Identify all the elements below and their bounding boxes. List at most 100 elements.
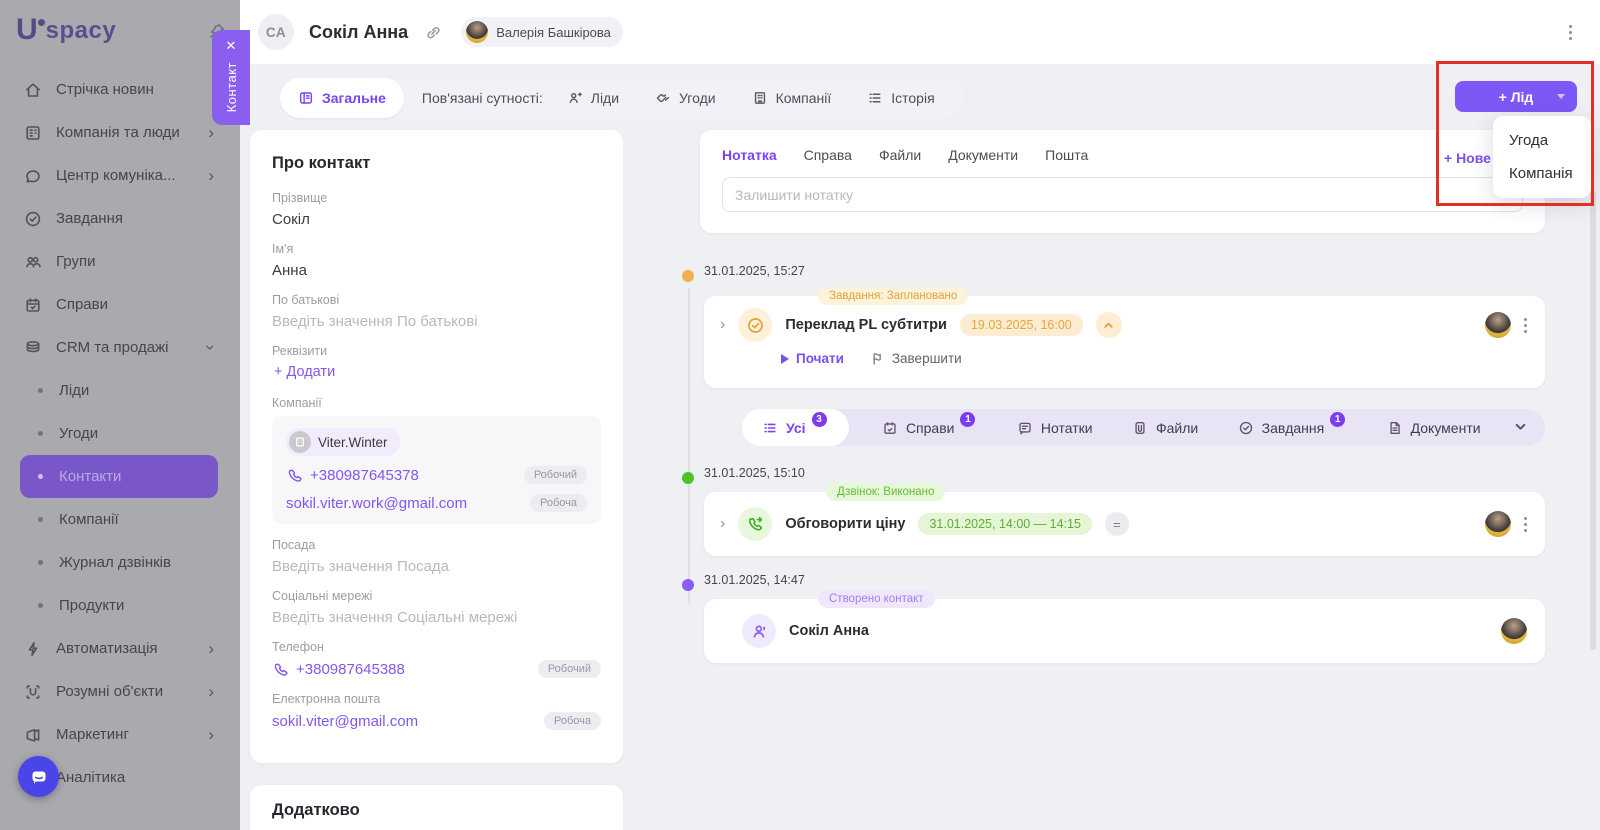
contact-slideover-tab[interactable]: ✕ Контакт — [212, 30, 250, 125]
note-input[interactable] — [722, 177, 1523, 212]
composer-tab-activity[interactable]: Справа — [804, 147, 852, 163]
tab-history[interactable]: Історія — [849, 78, 952, 118]
start-task-button[interactable]: Почати — [781, 351, 844, 366]
sidebar-item-label: Угоди — [59, 425, 99, 442]
sidebar-item-groups[interactable]: Групи — [0, 240, 240, 283]
sidebar-item-communication[interactable]: Центр комуніка... › — [0, 154, 240, 197]
composer-card: Нотатка Справа Файли Документи Пошта — [700, 130, 1545, 233]
equals-icon[interactable]: = — [1104, 512, 1129, 536]
sidebar-item-call-log[interactable]: Журнал дзвінків — [0, 541, 240, 584]
call-more-button[interactable] — [1524, 516, 1527, 532]
sidebar-item-automation[interactable]: Автоматизація › — [0, 627, 240, 670]
sidebar-item-marketing[interactable]: Маркетинг › — [0, 713, 240, 756]
call-title[interactable]: Обговорити ціну — [785, 516, 905, 532]
start-label: Почати — [796, 351, 844, 366]
collapse-button[interactable] — [1095, 312, 1122, 338]
filter-label: Справи — [905, 419, 955, 436]
filter-tab-files[interactable]: Файли — [1126, 409, 1204, 446]
phone-type-badge: Робочий — [523, 466, 587, 484]
contact-email-link[interactable]: sokil.viter@gmail.com — [272, 713, 418, 730]
owner-chip[interactable]: Валерія Башкірова — [461, 17, 623, 47]
sidebar-item-tasks[interactable]: Завдання — [0, 197, 240, 240]
filter-label: Усі — [786, 419, 806, 436]
company-box: Viter.Winter +380987645378 Робочий sokil… — [272, 416, 601, 524]
add-lead-button[interactable]: + Лід — [1455, 81, 1577, 112]
sidebar-item-contacts[interactable]: Контакти — [20, 455, 218, 498]
org-icon — [24, 124, 42, 142]
status-badge: Завдання: Заплановано — [818, 287, 969, 305]
field-middle-name[interactable]: По батькові Введіть значення По батькові — [272, 293, 601, 330]
close-icon[interactable]: ✕ — [226, 38, 237, 54]
add-requisite-button[interactable]: + Додати — [274, 364, 601, 380]
task-title[interactable]: Переклад PL субтитри — [785, 317, 947, 333]
sidebar-item-crm[interactable]: CRM та продажі › — [0, 326, 240, 369]
task-more-button[interactable] — [1524, 317, 1527, 333]
filter-tab-activities[interactable]: Справи 1 — [876, 409, 984, 446]
bullet-icon — [38, 560, 43, 565]
sidebar-item-label: Завдання — [56, 210, 123, 227]
filter-tab-documents[interactable]: Документи — [1381, 409, 1487, 446]
field-social[interactable]: Соціальні мережі Введіть значення Соціал… — [272, 589, 601, 626]
sidebar-item-leads[interactable]: Ліди — [0, 369, 240, 412]
timeline-call-card: Дзвінок: Виконано › Обговорити ціну 31.0… — [704, 483, 1545, 556]
slideover-tab-label: Контакт — [223, 62, 239, 113]
chevron-down-icon[interactable] — [1514, 420, 1527, 436]
app-screen: U spacy Стрічка новин Компанія та люди ›… — [0, 0, 1600, 830]
tab-companies[interactable]: Компанії — [734, 78, 850, 118]
contact-phone-link[interactable]: +380987645388 — [296, 661, 405, 678]
sidebar-item-smart-objects[interactable]: Розумні об'єкти › — [0, 670, 240, 713]
composer-tab-documents[interactable]: Документи — [948, 147, 1018, 163]
company-email-link[interactable]: sokil.viter.work@gmail.com — [286, 495, 467, 512]
field-label: Телефон — [272, 640, 324, 654]
sidebar-item-activities[interactable]: Справи — [0, 283, 240, 326]
created-contact-name[interactable]: Сокіл Анна — [789, 623, 869, 639]
company-phone-link[interactable]: +380987645378 — [310, 467, 419, 484]
filter-tab-notes[interactable]: Нотатки — [1011, 409, 1099, 446]
dropdown-item-deal[interactable]: Угода — [1493, 124, 1591, 157]
support-chat-button[interactable] — [18, 756, 59, 797]
outgoing-call-icon — [738, 507, 773, 541]
sidebar-item-label: Журнал дзвінків — [59, 554, 171, 571]
copy-link-icon[interactable] — [424, 23, 443, 42]
filter-tab-tasks[interactable]: Завдання 1 — [1232, 409, 1354, 446]
tab-label: Ліди — [590, 90, 620, 106]
tab-leads[interactable]: Ліди — [549, 78, 637, 118]
new-item-link[interactable]: + Нове — [1444, 150, 1491, 166]
composer-tab-files[interactable]: Файли — [879, 147, 921, 163]
filter-label: Файли — [1156, 419, 1199, 436]
person-plus-icon — [567, 90, 583, 106]
filter-label: Завдання — [1261, 419, 1325, 436]
contact-icon — [742, 614, 776, 648]
tab-deals[interactable]: Угоди — [637, 78, 734, 118]
page-title: Сокіл Анна — [309, 21, 409, 42]
composer-tab-mail[interactable]: Пошта — [1045, 147, 1088, 163]
finish-task-button[interactable]: Завершити — [870, 351, 962, 366]
tab-general[interactable]: Загальне — [280, 78, 404, 118]
note-icon — [1017, 420, 1033, 436]
responsible-avatar — [1485, 312, 1511, 338]
count-badge: 1 — [960, 412, 976, 427]
caret-down-icon[interactable] — [1557, 94, 1565, 99]
sidebar-item-company-people[interactable]: Компанія та люди › — [0, 111, 240, 154]
sidebar-item-deals[interactable]: Угоди — [0, 412, 240, 455]
field-first-name[interactable]: Ім'я Анна — [272, 242, 601, 279]
sidebar-item-newsfeed[interactable]: Стрічка новин — [0, 68, 240, 111]
header-more-button[interactable] — [1569, 25, 1572, 40]
field-position[interactable]: Посада Введіть значення Посада — [272, 538, 601, 575]
sidebar-item-products[interactable]: Продукти — [0, 584, 240, 627]
composer-tab-note[interactable]: Нотатка — [722, 147, 777, 163]
expand-chevron-icon[interactable]: › — [720, 515, 725, 533]
scrollbar[interactable] — [1590, 190, 1596, 650]
filter-tab-all[interactable]: Усі 3 — [742, 409, 849, 446]
count-badge: 3 — [811, 412, 827, 427]
company-chip[interactable]: Viter.Winter — [286, 428, 400, 456]
sidebar-item-label: Ліди — [59, 382, 90, 399]
bullet-icon — [38, 603, 43, 608]
expand-chevron-icon[interactable]: › — [720, 316, 725, 334]
sidebar-item-label: Продукти — [59, 597, 125, 614]
dropdown-item-company[interactable]: Компанія — [1493, 157, 1591, 190]
field-value: Анна — [272, 262, 307, 279]
sidebar-item-companies[interactable]: Компанії — [0, 498, 240, 541]
uspacy-logo[interactable]: U spacy — [16, 15, 116, 46]
field-last-name[interactable]: Прізвище Сокіл — [272, 191, 601, 228]
